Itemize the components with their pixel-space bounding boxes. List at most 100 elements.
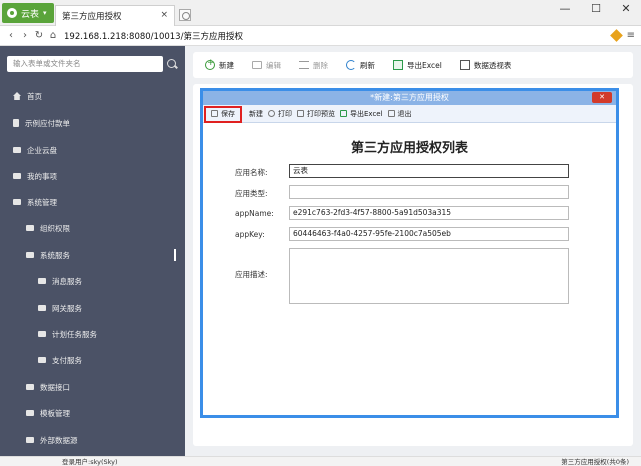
sidebar-item-message-service[interactable]: 消息服务 [38, 272, 82, 290]
new-label: 新建 [219, 60, 234, 70]
edit-button[interactable]: 编辑 [252, 60, 281, 71]
sidebar-item-label: 首页 [27, 91, 42, 101]
delete-label: 删除 [313, 60, 328, 70]
chevron-down-icon: ▾ [43, 9, 47, 17]
delete-icon [299, 61, 309, 69]
dialog-toolbar: 保存 新建 打印 打印预览 导出Excel 退出 [203, 105, 616, 123]
delete-button[interactable]: 删除 [299, 60, 328, 71]
sidebar-item-system-services[interactable]: 系统服务 [26, 246, 70, 264]
sidebar-item-label: 组织权限 [40, 223, 70, 233]
appname-label: appName: [235, 209, 274, 218]
sidebar-item-payables[interactable]: 示例应付款单 [13, 114, 70, 132]
close-window-button[interactable]: ✕ [614, 2, 638, 15]
sidebar-item-my-tasks[interactable]: 我的事项 [13, 167, 57, 185]
sidebar-item-label: 计划任务服务 [52, 329, 97, 339]
app-menu-button[interactable]: 云表 ▾ [2, 3, 54, 23]
app-menu-label: 云表 [21, 9, 40, 20]
browser-tab-bar: 云表 ▾ 第三方应用授权 × — ☐ ✕ [0, 0, 641, 26]
folder-icon [13, 173, 21, 179]
sidebar-item-gateway-service[interactable]: 网关服务 [38, 299, 82, 317]
sidebar-item-cloud-disk[interactable]: 企业云盘 [13, 141, 57, 159]
dialog-new-button[interactable]: 新建 [249, 109, 263, 119]
folder-icon [13, 147, 21, 153]
app-description-label: 应用描述: [235, 270, 268, 279]
record-count: 第三方应用授权(共0条) [561, 458, 629, 466]
active-item-marker [174, 249, 176, 261]
extension-icon[interactable] [609, 29, 623, 42]
appkey-input[interactable]: 60446463-f4a0-4257-95fe-2100c7a505eb [289, 227, 569, 241]
sidebar-search-input[interactable]: 输入表单或文件夹名 [7, 56, 163, 72]
address-bar: ‹ › ↻ ⌂ 192.168.1.218:8080/10013/第三方应用授权… [0, 26, 641, 46]
folder-icon [38, 278, 46, 284]
app-logo-icon [7, 8, 17, 18]
home-icon[interactable]: ⌂ [46, 30, 60, 41]
print-icon [268, 110, 275, 117]
sidebar-item-label: 外部数据源 [40, 435, 78, 445]
sidebar-item-external-datasource[interactable]: 外部数据源 [26, 431, 78, 449]
export-excel-label: 导出Excel [407, 60, 442, 70]
app-description-textarea[interactable] [289, 248, 569, 304]
sidebar-item-label: 数据接口 [40, 382, 70, 392]
exit-label: 退出 [397, 109, 412, 118]
browser-menu-icon[interactable]: ≡ [627, 30, 635, 41]
sidebar-item-payment-service[interactable]: 支付服务 [38, 351, 82, 369]
dialog-close-button[interactable]: ✕ [592, 92, 612, 103]
sidebar-item-data-interface[interactable]: 数据接口 [26, 378, 70, 396]
back-icon[interactable]: ‹ [4, 30, 18, 41]
folder-icon [252, 61, 262, 69]
app-name-input[interactable]: 云表 [289, 164, 569, 178]
print-label: 打印 [278, 109, 292, 118]
appname-input[interactable]: e291c763-2fd3-4f57-8800-5a91d503a315 [289, 206, 569, 220]
app-type-input[interactable] [289, 185, 569, 199]
sidebar-item-home[interactable]: 首页 [13, 87, 42, 105]
forward-icon[interactable]: › [18, 30, 32, 41]
refresh-button[interactable]: 刷新 [346, 60, 375, 71]
url-field[interactable]: 192.168.1.218:8080/10013/第三方应用授权 [64, 30, 243, 42]
tab-close-icon[interactable]: × [160, 10, 168, 20]
sidebar-item-template-admin[interactable]: 模板管理 [26, 404, 70, 422]
appkey-label: appKey: [235, 230, 265, 239]
sidebar-item-org-permissions[interactable]: 组织权限 [26, 219, 70, 237]
save-highlight [204, 106, 242, 123]
maximize-button[interactable]: ☐ [584, 2, 608, 15]
excel-icon [393, 60, 403, 70]
folder-icon [26, 384, 34, 390]
tab-title: 第三方应用授权 [62, 12, 122, 22]
print-button[interactable]: 打印 [268, 109, 292, 119]
browser-tab[interactable]: 第三方应用授权 × [55, 5, 175, 26]
sidebar-item-label: 系统管理 [27, 197, 57, 207]
exit-button[interactable]: 退出 [387, 109, 412, 119]
dialog-new-label: 新建 [249, 109, 263, 118]
document-icon [13, 119, 19, 127]
excel-icon [340, 110, 347, 117]
folder-open-icon [26, 252, 34, 258]
reload-icon[interactable]: ↻ [32, 30, 46, 41]
print-preview-button[interactable]: 打印预览 [297, 109, 335, 119]
sidebar-item-label: 消息服务 [52, 276, 82, 286]
refresh-label: 刷新 [360, 60, 375, 70]
sidebar-item-system-admin[interactable]: 系统管理 [13, 193, 57, 211]
print-preview-label: 打印预览 [307, 109, 335, 118]
pivot-table-label: 数据透视表 [473, 60, 512, 70]
folder-icon [38, 357, 46, 363]
pivot-table-button[interactable]: 数据透视表 [459, 60, 512, 71]
new-tab-button[interactable] [179, 9, 191, 21]
export-excel-button[interactable]: 导出Excel [393, 60, 442, 71]
sidebar-item-scheduled-tasks[interactable]: 计划任务服务 [38, 325, 97, 343]
minimize-button[interactable]: — [553, 2, 577, 15]
main-toolbar: 新建 编辑 删除 刷新 导出Excel 数据透视表 [193, 52, 633, 78]
folder-open-icon [13, 199, 21, 205]
sidebar-item-label: 系统服务 [40, 250, 70, 260]
folder-icon [38, 331, 46, 337]
edit-label: 编辑 [266, 60, 281, 70]
sidebar-item-label: 示例应付款单 [25, 118, 70, 128]
search-icon[interactable] [165, 56, 179, 72]
dialog-title: *新建:第三方应用授权 [203, 91, 616, 105]
print-preview-icon [297, 110, 304, 117]
logged-in-user: 登录用户:sky(Sky) [62, 458, 118, 466]
dialog-export-excel-button[interactable]: 导出Excel [340, 109, 383, 119]
app-type-label: 应用类型: [235, 189, 268, 198]
add-icon [205, 58, 215, 70]
refresh-icon [346, 60, 356, 70]
new-button[interactable]: 新建 [205, 58, 234, 71]
